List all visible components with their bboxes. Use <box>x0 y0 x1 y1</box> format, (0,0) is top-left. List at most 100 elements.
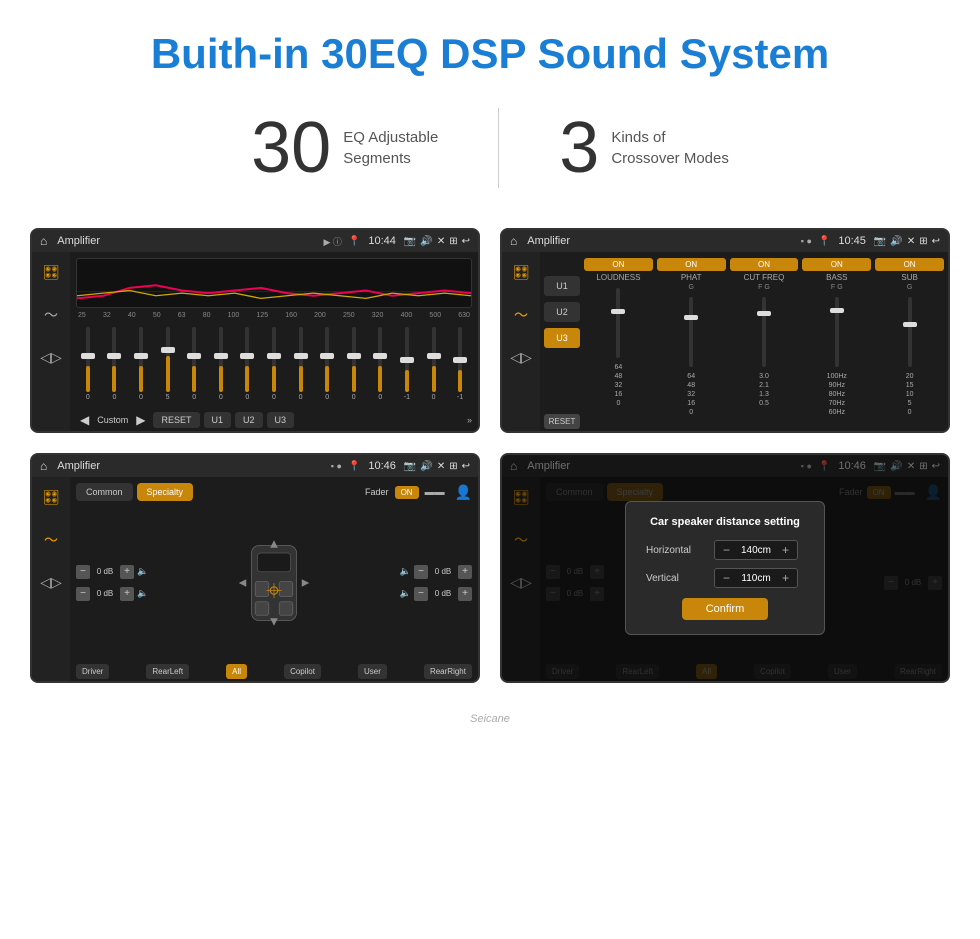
preset-u2[interactable]: U2 <box>544 302 580 322</box>
dialog-title: Car speaker distance setting <box>646 516 804 528</box>
crossover-number: 3 <box>559 112 599 184</box>
sub-slider[interactable] <box>908 297 912 367</box>
eq-slider-track[interactable] <box>166 327 170 392</box>
bass-on-btn[interactable]: ON <box>802 258 871 271</box>
close-icon2: ✕ <box>907 236 915 247</box>
home-icon3[interactable]: ⌂ <box>40 459 47 473</box>
eq-slider-col: 0 <box>342 327 366 401</box>
sidebar-vol-icon[interactable]: ◁▷ <box>36 345 66 370</box>
eq-slider-col: 0 <box>262 327 286 401</box>
prev-icon[interactable]: ◀ <box>76 411 93 429</box>
bass-slider[interactable] <box>835 297 839 367</box>
u3-btn[interactable]: U3 <box>267 412 295 428</box>
channel-loudness: ON LOUDNESS 64 48 32 16 0 <box>584 258 653 429</box>
reset-btn[interactable]: RESET <box>153 412 199 428</box>
eq-slider-track[interactable] <box>139 327 143 392</box>
eq-slider-col: 0 <box>289 327 313 401</box>
crossover-presets: U1 U2 U3 RESET <box>544 258 580 429</box>
eq-slider-track[interactable] <box>352 327 356 392</box>
eq-slider-track[interactable] <box>432 327 436 392</box>
spk-user[interactable]: User <box>358 664 387 679</box>
volume-icon2: 🔊 <box>890 236 902 247</box>
u1-btn[interactable]: U1 <box>204 412 232 428</box>
sidebar-vol-icon2[interactable]: ◁▷ <box>506 345 536 370</box>
vol-minus-2[interactable]: − <box>76 587 90 601</box>
phat-on-btn[interactable]: ON <box>657 258 726 271</box>
vertical-minus-btn[interactable]: − <box>721 571 732 585</box>
home-icon[interactable]: ⌂ <box>40 234 47 248</box>
back-icon[interactable]: ↩ <box>462 236 470 247</box>
u2-btn[interactable]: U2 <box>235 412 263 428</box>
eq-slider-track[interactable] <box>112 327 116 392</box>
vol-minus-3[interactable]: − <box>414 565 428 579</box>
confirm-button[interactable]: Confirm <box>682 598 769 620</box>
car-diagram <box>154 538 394 628</box>
loudness-slider[interactable] <box>616 288 620 358</box>
back-icon3[interactable]: ↩ <box>462 461 470 472</box>
expand-arrows: » <box>467 415 472 425</box>
screen4-dialog: ⌂ Amplifier ▪ ● 📍 10:46 📷 🔊 ✕ ⊞ ↩ 🎛 〜 ◁▷ <box>500 453 950 683</box>
cutfreq-on-btn[interactable]: ON <box>730 258 799 271</box>
mode-label: Custom <box>97 415 128 425</box>
vol-minus-1[interactable]: − <box>76 565 90 579</box>
screen1-eq-main: 2532405063 80100125160200 25032040050063… <box>70 252 478 433</box>
vol-plus-4[interactable]: + <box>458 587 472 601</box>
tab-common[interactable]: Common <box>76 483 133 501</box>
vertical-plus-btn[interactable]: + <box>780 571 791 585</box>
sub-label: SUB <box>901 273 917 282</box>
sidebar-eq-icon[interactable]: 🎛 <box>38 260 64 285</box>
spk-all[interactable]: All <box>226 664 247 679</box>
watermark: Seicane <box>0 713 980 733</box>
back-icon2[interactable]: ↩ <box>932 236 940 247</box>
eq-slider-track[interactable] <box>378 327 382 392</box>
sidebar-wave-icon3[interactable]: 〜 <box>40 526 62 554</box>
next-icon[interactable]: ▶ <box>132 411 149 429</box>
horizontal-minus-btn[interactable]: − <box>721 543 732 557</box>
volume-icon3: 🔊 <box>420 461 432 472</box>
vol-plus-3[interactable]: + <box>458 565 472 579</box>
eq-slider-track[interactable] <box>245 327 249 392</box>
fader-on-btn[interactable]: ON <box>395 486 419 499</box>
spk-rearleft[interactable]: RearLeft <box>146 664 189 679</box>
crossover-reset-btn[interactable]: RESET <box>544 414 580 429</box>
home-icon2[interactable]: ⌂ <box>510 234 517 248</box>
sidebar-vol-icon3[interactable]: ◁▷ <box>36 570 66 595</box>
sidebar-wave-icon2[interactable]: 〜 <box>510 301 532 329</box>
eq-slider-track[interactable] <box>272 327 276 392</box>
specialty-tabs: Common Specialty <box>76 483 193 501</box>
screenshot-grid: ⌂ Amplifier ▶ ⓘ 📍 10:44 📷 🔊 ✕ ⊞ ↩ 🎛 〜 ◁▷ <box>0 218 980 713</box>
channel-cutfreq: ON CUT FREQ FG 3.0 2.1 1.3 0.5 <box>730 258 799 429</box>
eq-slider-track[interactable] <box>405 327 409 392</box>
cutfreq-slider[interactable] <box>762 297 766 367</box>
speaker-icon-r1: 🔈 <box>400 566 411 577</box>
sidebar-eq-icon2[interactable]: 🎛 <box>508 260 534 285</box>
spk-driver[interactable]: Driver <box>76 664 109 679</box>
sub-on-btn[interactable]: ON <box>875 258 944 271</box>
eq-slider-col: 5 <box>156 327 180 401</box>
eq-slider-track[interactable] <box>458 327 462 392</box>
phat-label: PHAT <box>681 273 702 282</box>
spk-rearright[interactable]: RearRight <box>424 664 472 679</box>
user-profile-icon[interactable]: 👤 <box>455 484 472 501</box>
tab-specialty[interactable]: Specialty <box>137 483 194 501</box>
eq-slider-track[interactable] <box>86 327 90 392</box>
preset-u3[interactable]: U3 <box>544 328 580 348</box>
spk-copilot[interactable]: Copilot <box>284 664 321 679</box>
pin-icon3: 📍 <box>348 461 360 472</box>
vol-plus-1[interactable]: + <box>120 565 134 579</box>
speaker-icon-r2: 🔈 <box>400 588 411 599</box>
vol-minus-4[interactable]: − <box>414 587 428 601</box>
phat-slider[interactable] <box>689 297 693 367</box>
eq-slider-track[interactable] <box>192 327 196 392</box>
eq-slider-track[interactable] <box>219 327 223 392</box>
loudness-on-btn[interactable]: ON <box>584 258 653 271</box>
eq-slider-track[interactable] <box>299 327 303 392</box>
preset-u1[interactable]: U1 <box>544 276 580 296</box>
vol-plus-2[interactable]: + <box>120 587 134 601</box>
close-icon3: ✕ <box>437 461 445 472</box>
sidebar-eq-icon3[interactable]: 🎛 <box>38 485 64 510</box>
horizontal-plus-btn[interactable]: + <box>780 543 791 557</box>
crossover-label: Kinds of Crossover Modes <box>611 127 729 169</box>
eq-slider-track[interactable] <box>325 327 329 392</box>
sidebar-wave-icon[interactable]: 〜 <box>40 301 62 329</box>
